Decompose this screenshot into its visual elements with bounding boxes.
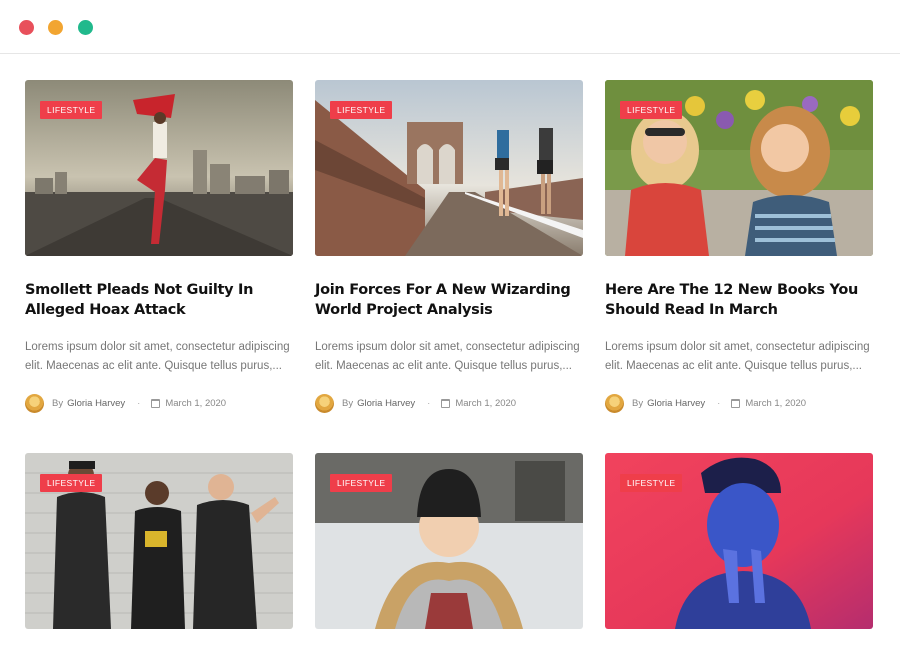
post-card[interactable]: LIFESTYLE: [605, 453, 873, 629]
minimize-window-button[interactable]: [48, 20, 63, 35]
category-badge[interactable]: LIFESTYLE: [40, 474, 103, 492]
post-thumbnail[interactable]: LIFESTYLE: [25, 80, 293, 256]
post-title[interactable]: Smollett Pleads Not Guilty In Alleged Ho…: [25, 280, 293, 320]
post-date: March 1, 2020: [165, 397, 227, 409]
post-card[interactable]: LIFESTYLE Smollett Pleads Not Guilty In …: [25, 80, 293, 413]
category-badge[interactable]: LIFESTYLE: [40, 101, 103, 119]
post-title[interactable]: Here Are The 12 New Books You Should Rea…: [605, 280, 873, 320]
author-name[interactable]: Gloria Harvey: [67, 398, 125, 409]
by-label: By: [52, 397, 64, 409]
calendar-icon: [151, 398, 161, 408]
post-date: March 1, 2020: [745, 397, 807, 409]
author-avatar: [25, 393, 44, 413]
calendar-icon: [731, 398, 741, 408]
post-title[interactable]: Join Forces For A New Wizarding World Pr…: [315, 280, 583, 320]
window-titlebar: [0, 0, 900, 54]
close-window-button[interactable]: [19, 20, 34, 35]
calendar-icon: [441, 398, 451, 408]
post-thumbnail[interactable]: LIFESTYLE: [605, 80, 873, 256]
post-excerpt: Lorems ipsum dolor sit amet, consectetur…: [605, 341, 870, 372]
post-meta: By Gloria Harvey · March 1, 2020: [25, 393, 293, 413]
post-date: March 1, 2020: [455, 397, 517, 409]
author-name[interactable]: Gloria Harvey: [647, 398, 705, 409]
category-badge[interactable]: LIFESTYLE: [330, 474, 393, 492]
post-thumbnail[interactable]: LIFESTYLE: [315, 453, 583, 629]
post-card[interactable]: LIFESTYLE: [315, 453, 583, 629]
category-badge[interactable]: LIFESTYLE: [330, 101, 393, 119]
post-meta: By Gloria Harvey · March 1, 2020: [315, 393, 583, 413]
post-card[interactable]: LIFESTYLE Join Forces For A New Wizardin…: [315, 80, 583, 413]
meta-separator: ·: [427, 397, 431, 409]
maximize-window-button[interactable]: [78, 20, 93, 35]
category-badge[interactable]: LIFESTYLE: [620, 101, 683, 119]
post-thumbnail[interactable]: LIFESTYLE: [605, 453, 873, 629]
author-name[interactable]: Gloria Harvey: [357, 398, 415, 409]
post-meta: By Gloria Harvey · March 1, 2020: [605, 393, 873, 413]
post-excerpt: Lorems ipsum dolor sit amet, consectetur…: [315, 341, 580, 372]
author-avatar: [605, 393, 624, 413]
by-label: By: [632, 397, 644, 409]
category-badge[interactable]: LIFESTYLE: [620, 474, 683, 492]
post-excerpt: Lorems ipsum dolor sit amet, consectetur…: [25, 341, 290, 372]
post-thumbnail[interactable]: LIFESTYLE: [315, 80, 583, 256]
author-avatar: [315, 393, 334, 413]
post-thumbnail[interactable]: LIFESTYLE: [25, 453, 293, 629]
post-card[interactable]: LIFESTYLE: [25, 453, 293, 629]
meta-separator: ·: [717, 397, 721, 409]
by-label: By: [342, 397, 354, 409]
meta-separator: ·: [137, 397, 141, 409]
post-card[interactable]: LIFESTYLE Here Are The 12 New Books You …: [605, 80, 873, 413]
